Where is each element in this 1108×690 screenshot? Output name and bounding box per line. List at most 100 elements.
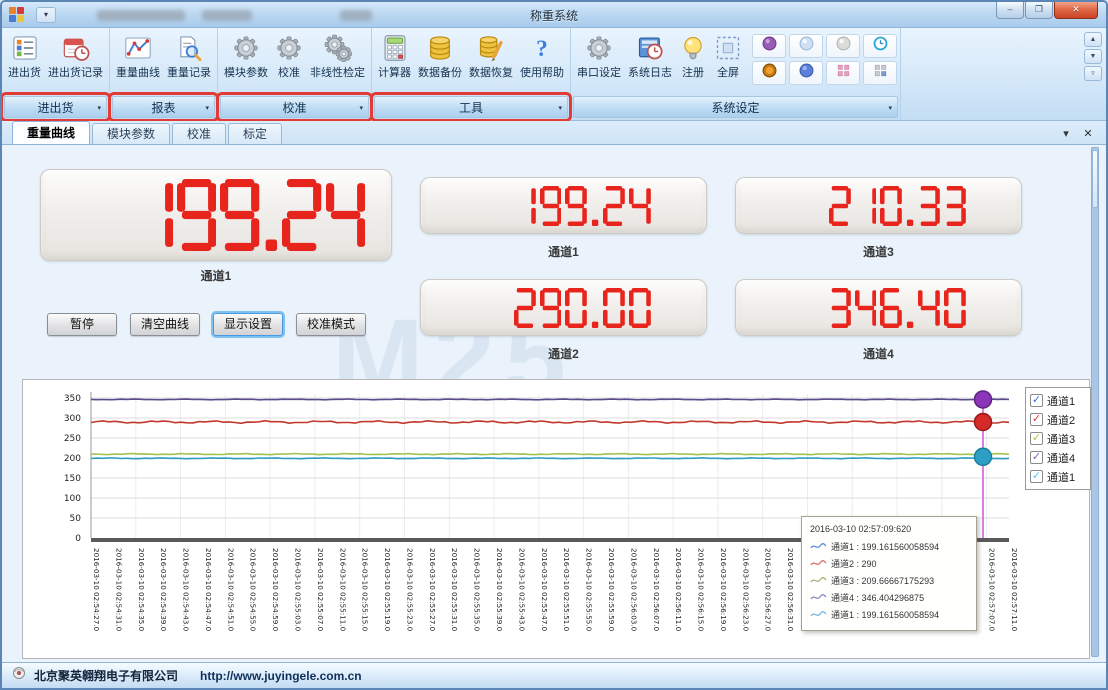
legend-item-通道2: ✓ 通道2: [1030, 410, 1086, 429]
tooltip-series-value: 通道1 : 199.161560058594: [831, 540, 939, 553]
toolbar-button-bulb[interactable]: 注册: [676, 32, 710, 82]
toolbar-button-gear[interactable]: 校准: [272, 32, 306, 82]
company-url[interactable]: http://www.juyingele.com.cn: [200, 669, 362, 683]
swatch-orange-button[interactable]: [752, 61, 786, 85]
swatch-orange-icon: [762, 63, 777, 83]
legend-checkbox[interactable]: ✓: [1030, 413, 1043, 426]
record-search-icon: [175, 34, 203, 62]
gear-icon: [232, 34, 260, 62]
series-curve-icon: [810, 589, 831, 607]
calendar-clock-icon: [62, 34, 90, 62]
tab-1[interactable]: 重量曲线: [12, 121, 90, 144]
toolbar-group-label-text: 校准: [282, 99, 306, 116]
channel-display-label: 通道1: [420, 243, 707, 260]
toolbar-scroll-up-button[interactable]: ▲: [1084, 32, 1102, 47]
svg-text:2016-03-10 02:57:07.0: 2016-03-10 02:57:07.0: [988, 548, 997, 632]
button-显示设置[interactable]: 显示设置: [213, 313, 283, 336]
swatch-clock-button[interactable]: [863, 34, 897, 58]
toolbar-button-log-clock[interactable]: 系统日志: [625, 32, 675, 82]
toolbar-button-label: 全屏: [717, 64, 739, 80]
toolbar-group-2: 重量曲线重量记录报表▾: [110, 28, 218, 120]
swatch-gray-button[interactable]: [826, 34, 860, 58]
close-button[interactable]: ✕: [1054, 2, 1098, 19]
toolbar-group-label[interactable]: 进出货▾: [4, 96, 107, 118]
main-weight-display: [40, 169, 392, 261]
tooltip-series-value: 通道2 : 290: [831, 557, 877, 570]
toolbar-button-gears[interactable]: 非线性检定: [307, 32, 368, 82]
swatch-graygrid-button[interactable]: [863, 61, 897, 85]
toolbar-group-label[interactable]: 校准 ▾: [220, 96, 369, 118]
toolbar-button-database[interactable]: 数据备份: [415, 32, 465, 82]
channel-display-通道2: [420, 279, 707, 336]
minimize-button[interactable]: ‒: [996, 2, 1024, 19]
chart-panel[interactable]: 0501001502002503003502016-03-10 02:54:27…: [22, 379, 1090, 659]
toolbar-button-label: 模块参数: [224, 64, 268, 80]
help-icon: ?: [528, 34, 556, 62]
toolbar-button-gear[interactable]: 模块参数: [221, 32, 271, 82]
svg-text:2016-03-10 02:56:03.0: 2016-03-10 02:56:03.0: [629, 548, 638, 632]
toolbar-button-help[interactable]: ?使用帮助: [517, 32, 567, 82]
maximize-button[interactable]: ❐: [1025, 2, 1053, 19]
legend-label: 通道4: [1047, 450, 1075, 466]
status-bar: 北京聚英翱翔电子有限公司 http://www.juyingele.com.cn: [2, 662, 1106, 688]
tab-list-dropdown[interactable]: ▾: [1058, 127, 1074, 140]
toolbar-button-label: 进出货记录: [48, 64, 103, 80]
toolbar-button-fullscreen[interactable]: 全屏: [711, 32, 745, 82]
series-curve-icon: [810, 555, 831, 573]
legend-checkbox[interactable]: ✓: [1030, 432, 1043, 445]
toolbar-group-label[interactable]: 系统设定▾: [573, 96, 898, 118]
toolbar-group-5: 串口设定系统日志注册全屏系统设定▾: [571, 28, 901, 120]
svg-text:2016-03-10 02:55:07.0: 2016-03-10 02:55:07.0: [316, 548, 325, 632]
toolbar-button-record-search[interactable]: 重量记录: [164, 32, 214, 82]
toolbar-button-database-edit[interactable]: 数据恢复: [466, 32, 516, 82]
svg-text:50: 50: [70, 514, 82, 524]
toolbar-group-tools: 重量曲线重量记录: [110, 28, 217, 95]
toolbar-button-calculator[interactable]: 计算器: [375, 32, 414, 82]
tooltip-series-value: 通道4 : 346.404296875: [831, 591, 924, 604]
tab-close-button[interactable]: ✕: [1080, 127, 1096, 140]
tooltip-series-row: 通道1 : 199.161560058594: [810, 538, 968, 555]
legend-checkbox[interactable]: ✓: [1030, 451, 1043, 464]
button-暂停[interactable]: 暂停: [47, 313, 117, 336]
toolbar-button-calendar-clock[interactable]: 进出货记录: [45, 32, 106, 82]
control-buttons: 暂停清空曲线显示设置校准模式: [47, 313, 366, 336]
svg-text:2016-03-10 02:55:47.0: 2016-03-10 02:55:47.0: [540, 548, 549, 632]
button-校准模式[interactable]: 校准模式: [296, 313, 366, 336]
toolbar-button-label: 系统日志: [628, 64, 672, 80]
toolbar-scroll-down-button[interactable]: ▼: [1084, 49, 1102, 64]
toolbar-group-label[interactable]: 工具▾: [374, 96, 568, 118]
toolbar-button-label: 数据恢复: [469, 64, 513, 80]
svg-text:2016-03-10 02:55:27.0: 2016-03-10 02:55:27.0: [428, 548, 437, 632]
chevron-down-icon: ▾: [359, 104, 363, 112]
scrollbar-thumb[interactable]: [1092, 150, 1098, 208]
vertical-scrollbar[interactable]: [1091, 147, 1099, 657]
swatch-purple-button[interactable]: [752, 34, 786, 58]
tab-3[interactable]: 校准: [172, 123, 226, 144]
swatch-pinkgrid-button[interactable]: [826, 61, 860, 85]
toolbar-button-curve[interactable]: 重量曲线: [113, 32, 163, 82]
channel-display-label: 通道4: [735, 345, 1022, 362]
channel-display-通道3: [735, 177, 1022, 234]
toolbar-group-label-text: 报表: [151, 99, 175, 116]
toolbar-group-label[interactable]: 报表▾: [112, 96, 215, 118]
svg-text:2016-03-10 02:54:55.0: 2016-03-10 02:54:55.0: [249, 548, 258, 632]
button-清空曲线[interactable]: 清空曲线: [130, 313, 200, 336]
tab-2[interactable]: 模块参数: [92, 123, 170, 144]
legend-item-通道1: ✓通道1: [1030, 467, 1086, 486]
app-window: ▾ 称重系统 ‒ ❐ ✕ 进出货进出货记录进出货▾重量曲线重量记录报表▾模块参数…: [0, 0, 1108, 690]
svg-text:2016-03-10 02:56:11.0: 2016-03-10 02:56:11.0: [674, 548, 683, 632]
svg-text:2016-03-10 02:55:59.0: 2016-03-10 02:55:59.0: [607, 548, 616, 632]
toolbar-group-tools: 模块参数校准非线性检定: [218, 28, 371, 95]
channel-display-通道4: [735, 279, 1022, 336]
swatch-blue-button[interactable]: [789, 61, 823, 85]
swatch-pinkgrid-icon: [836, 63, 851, 83]
legend-checkbox[interactable]: ✓: [1030, 470, 1043, 483]
legend-label: 通道2: [1047, 412, 1075, 428]
legend-checkbox[interactable]: ✓: [1030, 394, 1043, 407]
tab-4[interactable]: 标定: [228, 123, 282, 144]
toolbar-more-button[interactable]: ▿: [1084, 66, 1102, 81]
svg-text:2016-03-10 02:54:31.0: 2016-03-10 02:54:31.0: [114, 548, 123, 632]
toolbar-button-gear[interactable]: 串口设定: [574, 32, 624, 82]
toolbar-button-list[interactable]: 进出货: [5, 32, 44, 82]
swatch-paleblue-button[interactable]: [789, 34, 823, 58]
